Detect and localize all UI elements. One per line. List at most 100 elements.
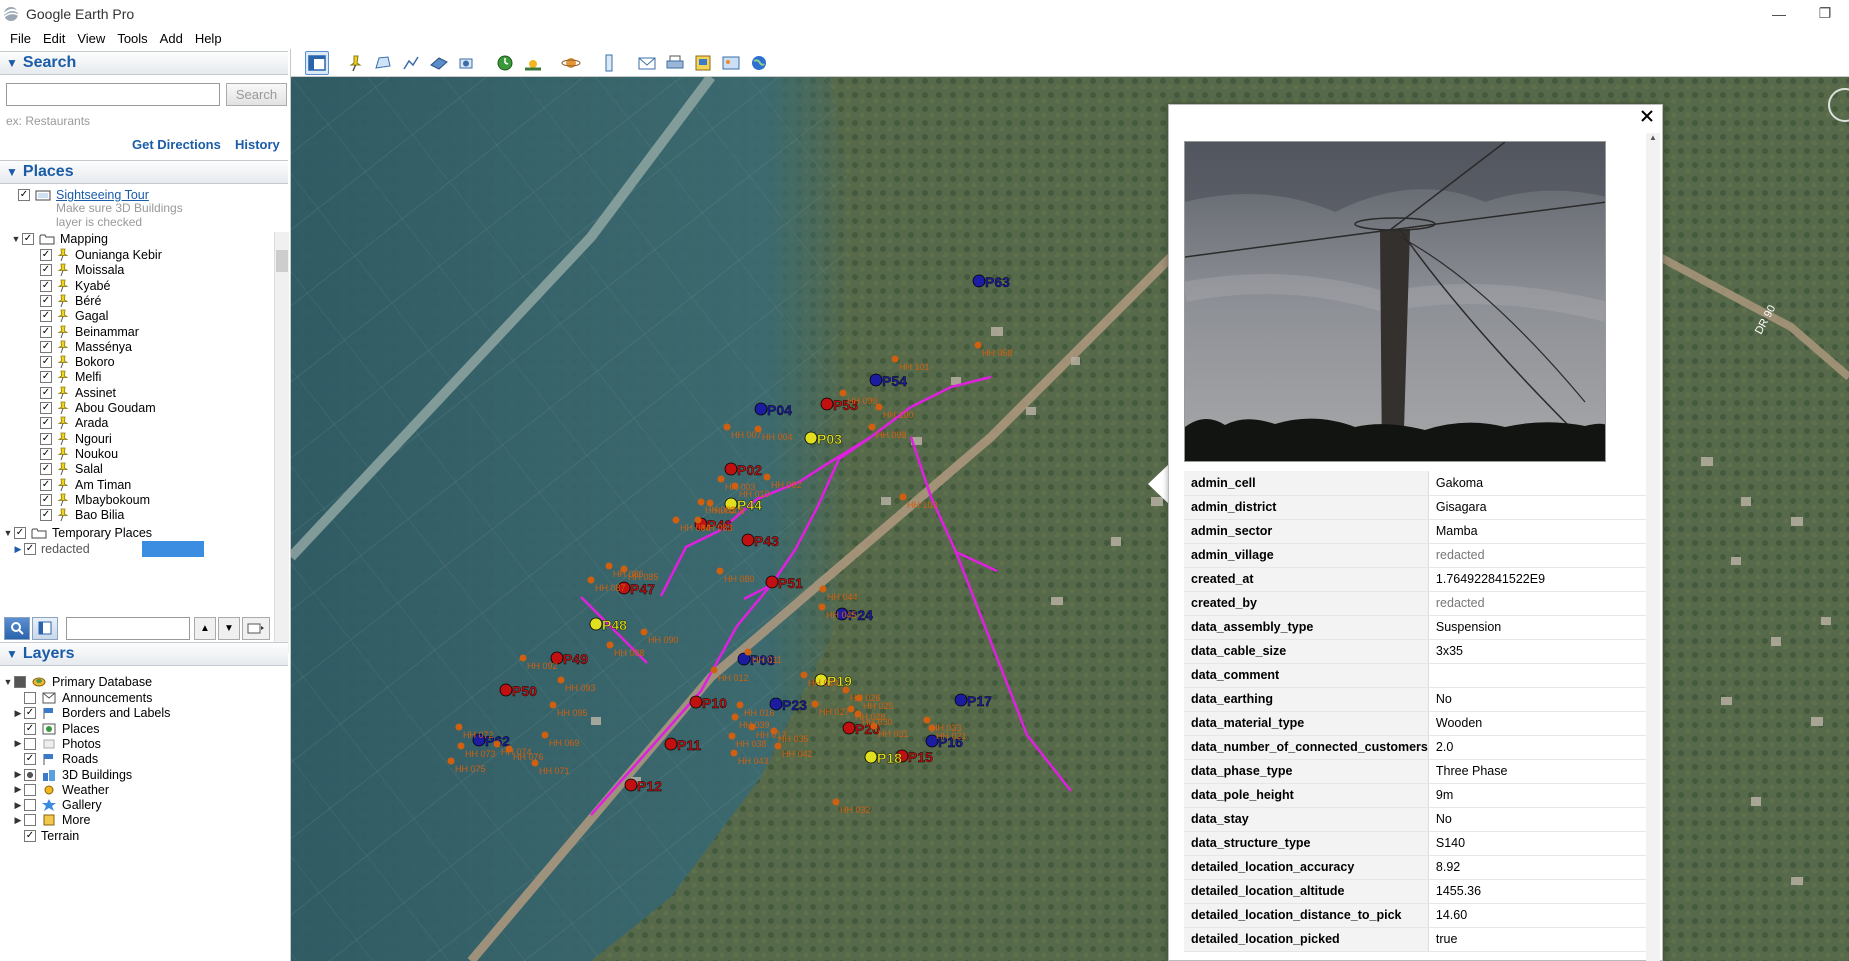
household-marker[interactable] [819, 585, 827, 593]
pole-marker[interactable] [499, 683, 513, 697]
add-placemark-button[interactable] [343, 51, 367, 75]
household-marker[interactable] [557, 676, 565, 684]
household-marker[interactable] [697, 498, 705, 506]
household-marker[interactable] [640, 628, 648, 636]
add-path-button[interactable] [399, 51, 423, 75]
household-marker[interactable] [605, 562, 613, 570]
move-up-button[interactable]: ▲ [194, 616, 216, 640]
layer-terrain[interactable]: ✓ Terrain [24, 827, 79, 845]
folder-options-button[interactable] [242, 616, 270, 640]
pole-marker[interactable] [741, 533, 755, 547]
placemark-item[interactable]: ✓ Bao Bilia [40, 506, 124, 524]
household-marker[interactable] [899, 493, 907, 501]
household-marker[interactable] [541, 731, 549, 739]
household-marker[interactable] [493, 740, 501, 748]
collapse-triangle-icon[interactable]: ▼ [6, 56, 18, 70]
household-marker[interactable] [519, 654, 527, 662]
places-filter-input[interactable] [66, 616, 190, 640]
collapse-arrow-icon[interactable]: ▼ [2, 528, 14, 538]
expand-arrow-icon[interactable]: ▶ [12, 800, 24, 811]
email-button[interactable] [635, 51, 659, 75]
checkbox[interactable] [24, 692, 36, 704]
household-marker[interactable] [818, 603, 826, 611]
pole-marker[interactable] [754, 402, 768, 416]
expand-arrow-icon[interactable]: ▶ [12, 815, 24, 826]
household-marker[interactable] [854, 710, 862, 718]
pole-marker[interactable] [842, 721, 856, 735]
household-marker[interactable] [587, 576, 595, 584]
close-balloon-button[interactable] [1638, 109, 1656, 127]
sidebar-toggle-button[interactable] [305, 50, 329, 75]
sunlight-button[interactable] [521, 51, 545, 75]
household-marker[interactable] [710, 666, 718, 674]
checkbox[interactable]: ✓ [40, 264, 52, 277]
pole-marker[interactable] [624, 778, 638, 792]
checkbox[interactable]: ✓ [40, 417, 52, 430]
household-marker[interactable] [800, 671, 808, 679]
print-button[interactable] [663, 51, 687, 75]
household-marker[interactable] [774, 742, 782, 750]
checkbox[interactable]: ✓ [40, 402, 52, 414]
collapse-arrow-icon[interactable]: ▼ [2, 677, 14, 687]
scroll-up-icon[interactable]: ▲ [1646, 133, 1660, 142]
menu-add[interactable]: Add [154, 31, 189, 46]
view-in-maps-button[interactable] [719, 51, 743, 75]
historical-imagery-button[interactable] [493, 51, 517, 75]
expand-arrow-icon[interactable]: ▶ [12, 544, 24, 555]
pole-marker[interactable] [869, 373, 883, 387]
household-marker[interactable] [730, 749, 738, 757]
menu-file[interactable]: File [4, 31, 37, 46]
collapse-triangle-icon[interactable]: ▼ [6, 165, 18, 179]
menu-help[interactable]: Help [189, 31, 228, 46]
history-link[interactable]: History [235, 137, 280, 152]
checkbox[interactable]: ✓ [24, 707, 36, 720]
checkbox[interactable]: ✓ [40, 325, 52, 338]
places-panel-header[interactable]: ▼ Places [0, 160, 288, 184]
checkbox[interactable]: ✓ [40, 386, 52, 399]
checkbox[interactable]: ✓ [40, 294, 52, 307]
search-button[interactable]: Search [226, 83, 287, 106]
checkbox[interactable]: ✓ [40, 310, 52, 323]
household-marker[interactable] [847, 705, 855, 713]
household-marker[interactable] [716, 567, 724, 575]
checkbox[interactable]: ✓ [40, 478, 52, 491]
search-places-button[interactable] [4, 616, 30, 640]
checkbox[interactable]: ✓ [40, 371, 52, 384]
expand-arrow-icon[interactable]: ▶ [12, 769, 24, 780]
pole-marker[interactable] [864, 750, 878, 764]
checkbox[interactable]: ✓ [40, 340, 52, 353]
expand-arrow-icon[interactable]: ▶ [12, 708, 24, 719]
household-marker[interactable] [811, 700, 819, 708]
household-marker[interactable] [549, 701, 557, 709]
household-marker[interactable] [744, 648, 752, 656]
pole-marker[interactable] [820, 397, 834, 411]
expand-arrow-icon[interactable]: ▶ [12, 738, 24, 749]
layers-panel-header[interactable]: ▼ Layers [0, 642, 288, 666]
household-marker[interactable] [447, 757, 455, 765]
checkbox[interactable]: ✓ [40, 493, 52, 506]
household-marker[interactable] [731, 482, 739, 490]
household-marker[interactable] [875, 403, 883, 411]
household-marker[interactable] [839, 389, 847, 397]
save-image-button[interactable] [691, 51, 715, 75]
household-marker[interactable] [455, 723, 463, 731]
household-marker[interactable] [731, 713, 739, 721]
checkbox[interactable] [24, 799, 36, 812]
switch-to-sky-button[interactable] [559, 51, 583, 75]
checkbox[interactable]: ✓ [40, 279, 52, 292]
scrollbar-thumb[interactable] [276, 250, 288, 272]
household-marker[interactable] [974, 341, 982, 349]
checkbox[interactable]: ✓ [40, 249, 52, 261]
collapse-arrow-icon[interactable]: ▼ [10, 234, 22, 244]
checkbox[interactable] [24, 814, 36, 827]
household-marker[interactable] [842, 686, 850, 694]
household-marker[interactable] [672, 516, 680, 524]
checkbox[interactable]: ✓ [24, 830, 36, 842]
add-overlay-button[interactable] [427, 51, 451, 75]
checkbox[interactable]: ✓ [40, 463, 52, 476]
menu-tools[interactable]: Tools [111, 31, 153, 46]
temporary-item[interactable]: ▶ ✓ redacted [12, 540, 204, 558]
move-down-button[interactable]: ▼ [218, 616, 240, 640]
household-marker[interactable] [728, 732, 736, 740]
checkbox[interactable]: ✓ [40, 432, 52, 445]
